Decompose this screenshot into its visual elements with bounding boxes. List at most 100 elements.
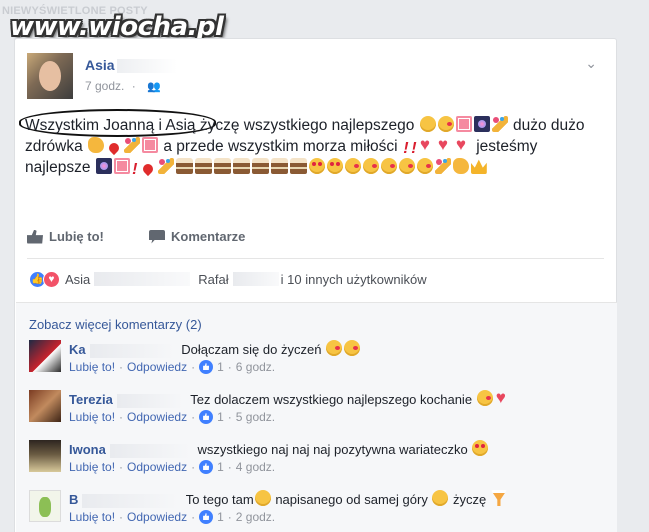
author-name[interactable]: Asia [85,57,115,73]
heart-emoji-icon [419,137,435,153]
comment-text-c: życzę [449,492,487,507]
name-blur [94,272,191,286]
commenter-name[interactable]: B [69,492,78,507]
cake-emoji-icon [175,158,193,174]
party-popper-emoji-icon [491,116,508,132]
comment-like-link[interactable]: Lubię to! [69,460,115,474]
separator: · [227,410,232,424]
comment-reply-link[interactable]: Odpowiedz [127,410,187,424]
see-more-comments-link[interactable]: Zobacz więcej komentarzy (2) [29,317,202,332]
reaction-name-2[interactable]: Rafał [198,272,228,287]
separator: · [191,410,196,424]
party-popper-emoji-icon [124,137,141,153]
comment-like-count[interactable]: 1 [217,360,224,374]
comment-reply-link[interactable]: Odpowiedz [127,360,187,374]
post-text-part-1: życzę wszystkiego najlepszego [195,117,419,134]
separator: · [191,460,196,474]
gift-emoji-icon [455,116,472,132]
reaction-others[interactable]: i 10 innych użytkowników [281,272,427,287]
smile-emoji-icon [432,490,449,506]
comments-section: Zobacz więcej komentarzy (2) Ka Dołączam… [16,302,617,532]
commenter-name[interactable]: Ka [69,342,86,357]
post-time[interactable]: 7 godz. [85,79,124,93]
post-text-part-3: a przede wszystkim morza miłości [159,138,402,155]
commenter-avatar[interactable] [29,390,61,422]
commenter-avatar[interactable] [29,340,61,372]
comment-body: Terezia Tez dolaczem wszystkiego najleps… [69,390,512,409]
smile-emoji-icon [254,490,271,506]
cake-emoji-icon [251,158,269,174]
heart-eyes-emoji-icon [308,158,325,174]
post-meta: 7 godz. · 👥 [85,79,161,93]
cake-emoji-icon [270,158,288,174]
commenter-avatar[interactable] [29,490,61,522]
comment-like-count[interactable]: 1 [217,460,224,474]
divider [27,258,604,259]
author-avatar[interactable] [27,53,73,99]
fireworks-emoji-icon [95,158,112,174]
comment-button[interactable]: Komentarze [149,229,245,244]
kiss-emoji-icon [326,340,343,356]
comment-text: Dołączam się do życzeń [181,342,322,357]
comment-time[interactable]: 4 godz. [236,460,275,474]
heart-emoji-icon [455,137,471,153]
name-blur [109,443,190,458]
post-card: Asia 7 godz. · 👥 ⌄ Wszystkim Joanną i As… [14,38,617,532]
kiss-emoji-icon [437,116,454,132]
comment-button-label: Komentarze [171,229,246,244]
kiss-emoji-icon [398,158,415,174]
muscle-emoji-icon [452,158,469,174]
separator: · [119,460,124,474]
post-header: Asia 7 godz. · 👥 ⌄ [27,53,597,99]
name-blur [232,272,279,286]
comment-body: B To tego tam napisanego od samej góry ż… [69,490,508,509]
comment-reply-link[interactable]: Odpowiedz [127,460,187,474]
like-count-icon [199,360,214,374]
separator: · [119,360,124,374]
exclamation-emoji-icon: ! [132,161,138,178]
comment-item: Terezia Tez dolaczem wszystkiego najleps… [29,390,599,436]
comment-item: Iwona wszystkiego naj naj naj pozytywna … [29,440,599,486]
reactions-summary[interactable]: 👍 ♥ Asia Rafał i 10 innych użytkowników [29,269,427,289]
avatar-face [39,61,61,91]
commenter-name[interactable]: Terezia [69,392,113,407]
name-blur [116,393,183,408]
kiss-emoji-icon [344,158,361,174]
cake-emoji-icon [289,158,307,174]
cake-emoji-icon [194,158,212,174]
kiss-emoji-icon [362,158,379,174]
comment-actions: Lubię to! · Odpowiedz · 1 · 6 godz. [69,360,275,374]
crown-emoji-icon [470,159,487,174]
author-name-blur [117,59,177,73]
comment-like-link[interactable]: Lubię to! [69,360,115,374]
gift-emoji-icon [142,137,159,153]
love-reaction-icon: ♥ [43,270,60,288]
reaction-name-1[interactable]: Asia [65,272,90,287]
comment-reply-link[interactable]: Odpowiedz [127,510,187,524]
separator: · [191,360,196,374]
kiss-emoji-icon [380,158,397,174]
comment-like-count[interactable]: 1 [217,510,224,524]
cake-emoji-icon [213,158,231,174]
comment-like-link[interactable]: Lubię to! [69,510,115,524]
commenter-avatar[interactable] [29,440,61,472]
muscle-emoji-icon [88,137,105,153]
fireworks-emoji-icon [473,116,490,132]
comment-like-link[interactable]: Lubię to! [69,410,115,424]
heart-emoji-icon [495,390,511,406]
heart-emoji-icon [437,137,453,153]
chevron-down-icon[interactable]: ⌄ [585,55,597,72]
friends-icon[interactable]: 👥 [147,80,161,93]
like-button[interactable]: Lubię to! [27,229,104,244]
meta-separator: · [131,79,136,93]
kiss-emoji-icon [344,340,361,356]
commenter-name[interactable]: Iwona [69,442,106,457]
comment-time[interactable]: 6 godz. [236,360,275,374]
cake-emoji-icon [232,158,250,174]
comment-item: B To tego tam napisanego od samej góry ż… [29,490,599,532]
like-count-icon [199,460,214,474]
comment-body: Ka Dołączam się do życzeń [69,340,361,359]
comment-time[interactable]: 5 godz. [236,410,275,424]
comment-like-count[interactable]: 1 [217,410,224,424]
comment-time[interactable]: 2 godz. [236,510,275,524]
